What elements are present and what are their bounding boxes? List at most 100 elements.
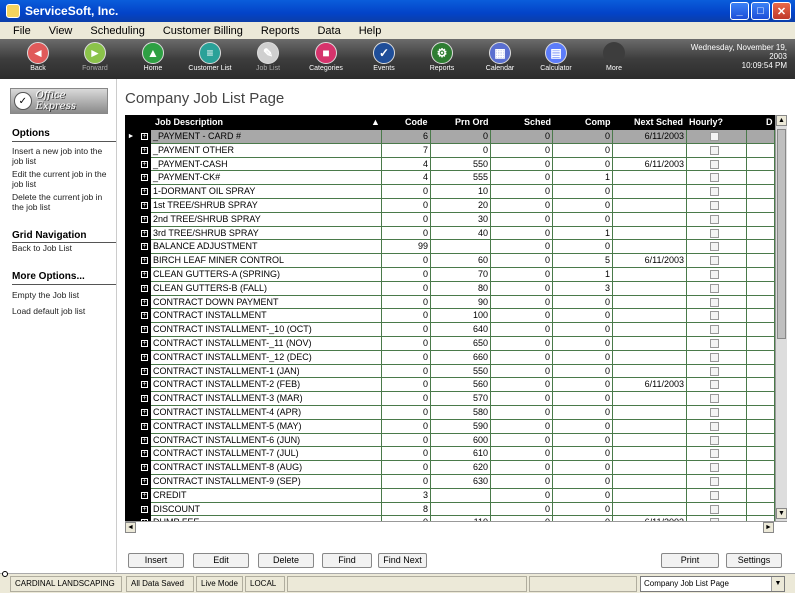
cell-dept[interactable]: [747, 323, 775, 337]
cell-comp[interactable]: 0: [553, 392, 613, 406]
cell-comp[interactable]: 0: [553, 157, 613, 172]
cell-dept[interactable]: [747, 405, 775, 420]
cell-prn-ord[interactable]: [431, 488, 491, 503]
table-row[interactable]: + CONTRACT INSTALLMENT-6 (JUN) 0 600 0 0: [125, 433, 775, 448]
cell-code[interactable]: 0: [382, 198, 431, 213]
cell-job-description[interactable]: CLEAN GUTTERS-B (FALL): [151, 281, 382, 296]
cell-comp[interactable]: 0: [553, 502, 613, 517]
cell-prn-ord[interactable]: 630: [431, 474, 491, 489]
hourly-checkbox[interactable]: [710, 449, 719, 459]
cell-code[interactable]: 0: [382, 447, 431, 462]
cell-next-sched[interactable]: [613, 198, 687, 213]
cell-comp[interactable]: 0: [553, 405, 613, 420]
table-row[interactable]: + CREDIT 3 0 0: [125, 488, 775, 503]
cell-job-description[interactable]: CONTRACT INSTALLMENT-_11 (NOV): [151, 336, 382, 351]
cell-next-sched[interactable]: [613, 143, 687, 158]
toolbar-more-button[interactable]: More: [586, 40, 642, 78]
expand-row-icon[interactable]: +: [141, 133, 148, 140]
expand-row-icon[interactable]: +: [141, 270, 148, 278]
cell-prn-ord[interactable]: 20: [431, 198, 491, 213]
cell-next-sched[interactable]: [613, 309, 687, 324]
col-prn-ord[interactable]: Prn Ord: [455, 117, 489, 127]
col-sched[interactable]: Sched: [524, 117, 551, 127]
cell-prn-ord[interactable]: 30: [431, 212, 491, 227]
hourly-checkbox[interactable]: [710, 338, 719, 348]
cell-code[interactable]: 0: [382, 323, 431, 337]
cell-job-description[interactable]: DISCOUNT: [151, 502, 382, 517]
page-select-dropdown[interactable]: Company Job List Page ▼: [640, 576, 785, 592]
hourly-checkbox[interactable]: [710, 256, 719, 266]
cell-sched[interactable]: 0: [491, 309, 553, 324]
cell-dept[interactable]: [747, 198, 775, 213]
close-button[interactable]: ✕: [772, 2, 791, 20]
load-default-job-list-link[interactable]: Load default job list: [12, 306, 114, 316]
cell-sched[interactable]: 0: [491, 143, 553, 158]
cell-code[interactable]: 0: [382, 267, 431, 282]
cell-job-description[interactable]: CONTRACT INSTALLMENT: [151, 309, 382, 324]
hourly-checkbox[interactable]: [710, 242, 719, 252]
cell-code[interactable]: 0: [382, 461, 431, 475]
cell-prn-ord[interactable]: 650: [431, 336, 491, 351]
hourly-checkbox[interactable]: [710, 407, 719, 417]
cell-prn-ord[interactable]: 10: [431, 185, 491, 199]
table-row[interactable]: +1-DORMANT OIL SPRAY 0 10 0 0: [125, 185, 775, 199]
cell-job-description[interactable]: CONTRACT INSTALLMENT-8 (AUG): [151, 461, 382, 475]
menu-view[interactable]: View: [40, 25, 82, 37]
horizontal-scrollbar[interactable]: ◄ ►: [125, 521, 787, 533]
cell-next-sched[interactable]: [613, 419, 687, 434]
cell-sched[interactable]: 0: [491, 240, 553, 255]
cell-prn-ord[interactable]: 660: [431, 350, 491, 365]
cell-next-sched[interactable]: 6/11/2003: [613, 254, 687, 268]
cell-comp[interactable]: 0: [553, 295, 613, 310]
cell-sched[interactable]: 0: [491, 336, 553, 351]
cell-comp[interactable]: 0: [553, 474, 613, 489]
cell-code[interactable]: 0: [382, 378, 431, 393]
table-row[interactable]: + CONTRACT INSTALLMENT-_12 (DEC) 0 660 0 0: [125, 350, 775, 365]
cell-prn-ord[interactable]: 100: [431, 309, 491, 324]
cell-dept[interactable]: [747, 281, 775, 296]
scroll-down-icon[interactable]: ▼: [776, 508, 787, 519]
cell-prn-ord[interactable]: [431, 240, 491, 255]
cell-sched[interactable]: 0: [491, 226, 553, 241]
settings-button[interactable]: Settings: [726, 553, 782, 568]
toolbar-calendar-button[interactable]: ▦ Calendar: [472, 40, 528, 78]
cell-job-description[interactable]: BALANCE ADJUSTMENT: [151, 240, 382, 255]
cell-code[interactable]: 0: [382, 405, 431, 420]
cell-code[interactable]: 6: [382, 130, 431, 144]
cell-dept[interactable]: [747, 157, 775, 172]
cell-comp[interactable]: 0: [553, 419, 613, 434]
cell-sched[interactable]: 0: [491, 295, 553, 310]
find-button[interactable]: Find: [322, 553, 372, 568]
hourly-checkbox[interactable]: [710, 380, 719, 390]
row-indicator[interactable]: [125, 267, 137, 282]
cell-prn-ord[interactable]: 580: [431, 405, 491, 420]
cell-next-sched[interactable]: [613, 461, 687, 475]
cell-next-sched[interactable]: [613, 267, 687, 282]
row-indicator[interactable]: [125, 198, 137, 213]
row-indicator[interactable]: [125, 295, 137, 310]
scroll-left-icon[interactable]: ◄: [125, 522, 136, 533]
col-job-description[interactable]: Job Description: [155, 117, 223, 127]
cell-job-description[interactable]: 1st TREE/SHRUB SPRAY: [151, 198, 382, 213]
expand-row-icon[interactable]: +: [141, 298, 148, 306]
cell-job-description[interactable]: _PAYMENT-CASH: [151, 157, 382, 172]
insert-job-link[interactable]: Insert a new job into the job list: [12, 146, 114, 166]
minimize-button[interactable]: _: [730, 2, 749, 20]
cell-job-description[interactable]: CONTRACT INSTALLMENT-4 (APR): [151, 405, 382, 420]
cell-prn-ord[interactable]: 0: [431, 143, 491, 158]
delete-button[interactable]: Delete: [258, 553, 314, 568]
row-indicator[interactable]: [125, 143, 137, 158]
cell-comp[interactable]: 0: [553, 488, 613, 503]
cell-job-description[interactable]: CONTRACT DOWN PAYMENT: [151, 295, 382, 310]
scroll-right-icon[interactable]: ►: [763, 522, 774, 533]
toolbar-job-list-button[interactable]: ✎ Job List: [240, 40, 296, 78]
table-row[interactable]: + _PAYMENT-CASH 4 550 0 0 6/11/2003: [125, 157, 775, 172]
cell-next-sched[interactable]: [613, 364, 687, 379]
cell-dept[interactable]: [747, 336, 775, 351]
expand-row-icon[interactable]: +: [141, 257, 148, 265]
cell-prn-ord[interactable]: 590: [431, 419, 491, 434]
cell-dept[interactable]: [747, 226, 775, 241]
cell-code[interactable]: 0: [382, 226, 431, 241]
cell-job-description[interactable]: CONTRACT INSTALLMENT-_10 (OCT): [151, 323, 382, 337]
cell-sched[interactable]: 0: [491, 171, 553, 186]
